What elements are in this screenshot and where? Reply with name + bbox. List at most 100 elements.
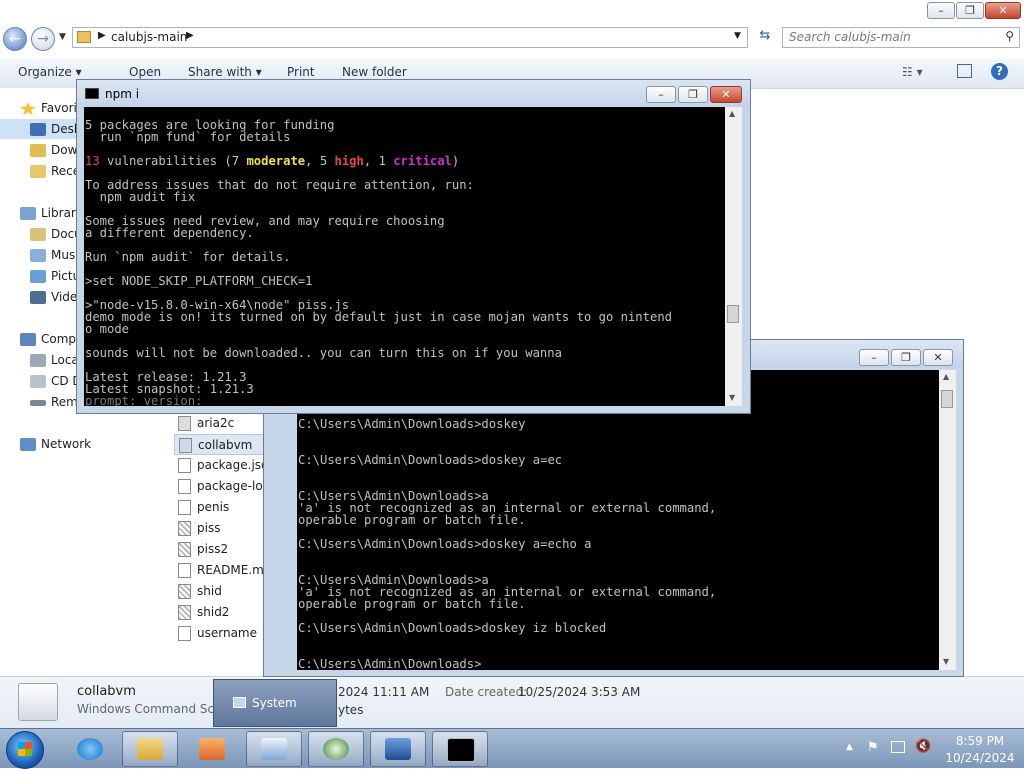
details-size: ytes <box>338 703 364 717</box>
address-dropdown-icon[interactable]: ▼ <box>734 31 741 41</box>
action-center-flag-icon[interactable]: ⚑ <box>867 740 879 755</box>
close-button[interactable]: ✕ <box>923 349 953 366</box>
console-line: C:\Users\Admin\Downloads>doskey a=echo a <box>298 537 592 551</box>
start-button[interactable] <box>6 731 44 769</box>
breadcrumb[interactable]: calubjs-main <box>111 30 187 44</box>
windows-logo-icon <box>18 742 32 756</box>
file-icon <box>178 458 191 473</box>
npm-console-output[interactable]: 5 packages are looking for funding run `… <box>84 107 725 406</box>
scroll-thumb[interactable] <box>941 390 953 408</box>
minimize-button[interactable]: – <box>927 2 955 19</box>
show-hidden-icons[interactable]: ▲ <box>846 742 853 752</box>
taskbar: ▲ ⚑ 🔇 8:59 PM 10/24/2024 <box>0 728 1024 769</box>
file-item[interactable]: README.md <box>178 560 271 581</box>
new-folder-button[interactable]: New folder <box>342 65 407 79</box>
network-tray-icon[interactable] <box>891 741 905 753</box>
executable-icon <box>178 542 191 557</box>
cmd-console-output[interactable]: C:\Users\Admin\Downloads>doskey C:\Users\… <box>297 370 939 670</box>
preview-pane-icon[interactable] <box>957 64 972 78</box>
music-icon <box>30 249 46 262</box>
organize-menu[interactable]: Organize ▾ <box>18 65 82 79</box>
breadcrumb-chevron-icon[interactable]: ▶ <box>98 30 106 41</box>
scroll-down-icon[interactable]: ▼ <box>729 393 735 402</box>
scroll-thumb[interactable] <box>727 305 739 323</box>
clock-time[interactable]: 8:59 PM <box>950 734 1010 748</box>
print-button[interactable]: Print <box>287 65 315 79</box>
control-panel-icon <box>261 738 287 760</box>
maximize-button[interactable]: ❐ <box>678 86 708 103</box>
file-item[interactable]: shid2 <box>178 602 229 623</box>
scroll-down-icon[interactable]: ▼ <box>943 657 949 666</box>
script-file-icon <box>179 438 192 453</box>
console-line: o mode <box>85 322 130 336</box>
open-button[interactable]: Open <box>129 65 161 79</box>
refresh-icon[interactable]: ⇆ <box>755 28 775 48</box>
file-item[interactable]: aria2c <box>178 413 234 434</box>
file-item[interactable]: username <box>178 623 257 644</box>
desktop-icon <box>30 123 46 136</box>
search-icon[interactable]: ⚲ <box>1005 29 1014 43</box>
scroll-up-icon[interactable]: ▲ <box>943 372 949 381</box>
npm-console-window[interactable]: npm i – ❐ ✕ 5 packages are looking for f… <box>76 79 751 414</box>
taskbar-control-panel[interactable] <box>246 731 302 767</box>
file-item[interactable]: piss2 <box>178 539 228 560</box>
console-line: >set NODE_SKIP_PLATFORM_CHECK=1 <box>85 274 313 288</box>
file-icon <box>178 416 191 431</box>
forward-button[interactable]: → <box>31 27 55 51</box>
taskbar-internet-explorer[interactable] <box>62 731 118 767</box>
console-prompt-line: prompt: version: <box>85 394 203 406</box>
file-icon <box>178 479 191 494</box>
file-icon <box>178 626 191 641</box>
npm-titlebar[interactable]: npm i – ❐ ✕ <box>77 80 750 108</box>
address-row: ← → ▼ ▶ calubjs-main ▶ ▼ ⇆ Search calubj… <box>0 26 1024 52</box>
file-item[interactable]: penis <box>178 497 229 518</box>
file-item[interactable]: piss <box>178 518 220 539</box>
minimize-button[interactable]: – <box>859 349 889 366</box>
details-file-name: collabvm <box>77 684 136 699</box>
view-options-icon[interactable]: ☷ ▾ <box>902 65 923 79</box>
npm-scrollbar[interactable]: ▲ ▼ <box>725 107 742 406</box>
taskbar-media-player[interactable] <box>184 731 240 767</box>
file-icon <box>178 563 191 578</box>
share-with-menu[interactable]: Share with ▾ <box>188 65 262 79</box>
breadcrumb-chevron-icon[interactable]: ▶ <box>186 30 194 41</box>
console-line: C:\Users\Admin\Downloads>doskey <box>298 417 526 431</box>
search-input[interactable]: Search calubjs-main ⚲ <box>782 27 1020 48</box>
maximize-button[interactable]: ❐ <box>891 349 921 366</box>
maximize-button[interactable]: ❐ <box>956 2 984 19</box>
command-prompt-icon <box>447 738 475 762</box>
help-icon[interactable]: ? <box>991 63 1008 80</box>
folder-icon <box>137 738 163 760</box>
system-thumbnail-popup[interactable]: System <box>213 679 337 727</box>
clock-date[interactable]: 10/24/2024 <box>942 751 1018 765</box>
address-bar[interactable]: ▶ calubjs-main ▶ ▼ <box>72 27 748 48</box>
console-line: C:\Users\Admin\Downloads>doskey iz block… <box>298 621 607 635</box>
close-button[interactable]: ✕ <box>710 86 742 103</box>
file-item[interactable]: shid <box>178 581 222 602</box>
hard-drive-icon <box>30 354 46 367</box>
minimize-button[interactable]: – <box>646 86 676 103</box>
cmd-scrollbar[interactable]: ▲ ▼ <box>939 370 956 670</box>
nav-network[interactable]: Network <box>20 434 91 454</box>
file-item[interactable]: package.json <box>178 455 276 476</box>
pictures-icon <box>30 270 46 283</box>
taskbar-installer[interactable] <box>370 731 426 767</box>
console-line: sounds will not be downloaded.. you can … <box>85 346 562 360</box>
taskbar-browser[interactable] <box>308 731 364 767</box>
close-button[interactable]: ✕ <box>985 2 1021 19</box>
console-line: operable program or batch file. <box>298 513 526 527</box>
system-label: System <box>252 696 297 710</box>
details-date-created: 10/25/2024 3:53 AM <box>518 685 641 699</box>
network-icon <box>20 438 36 451</box>
scroll-up-icon[interactable]: ▲ <box>729 109 735 118</box>
recent-pages-icon[interactable]: ▼ <box>59 32 66 42</box>
console-prompt-line: C:\Users\Admin\Downloads> <box>298 657 482 670</box>
vulnerabilities-line: 13 vulnerabilities (7 moderate, 5 high, … <box>85 154 460 168</box>
back-button[interactable]: ← <box>3 27 27 51</box>
volume-muted-icon[interactable]: 🔇 <box>915 739 931 754</box>
taskbar-command-prompt[interactable] <box>432 731 488 767</box>
taskbar-windows-explorer[interactable] <box>122 731 178 767</box>
